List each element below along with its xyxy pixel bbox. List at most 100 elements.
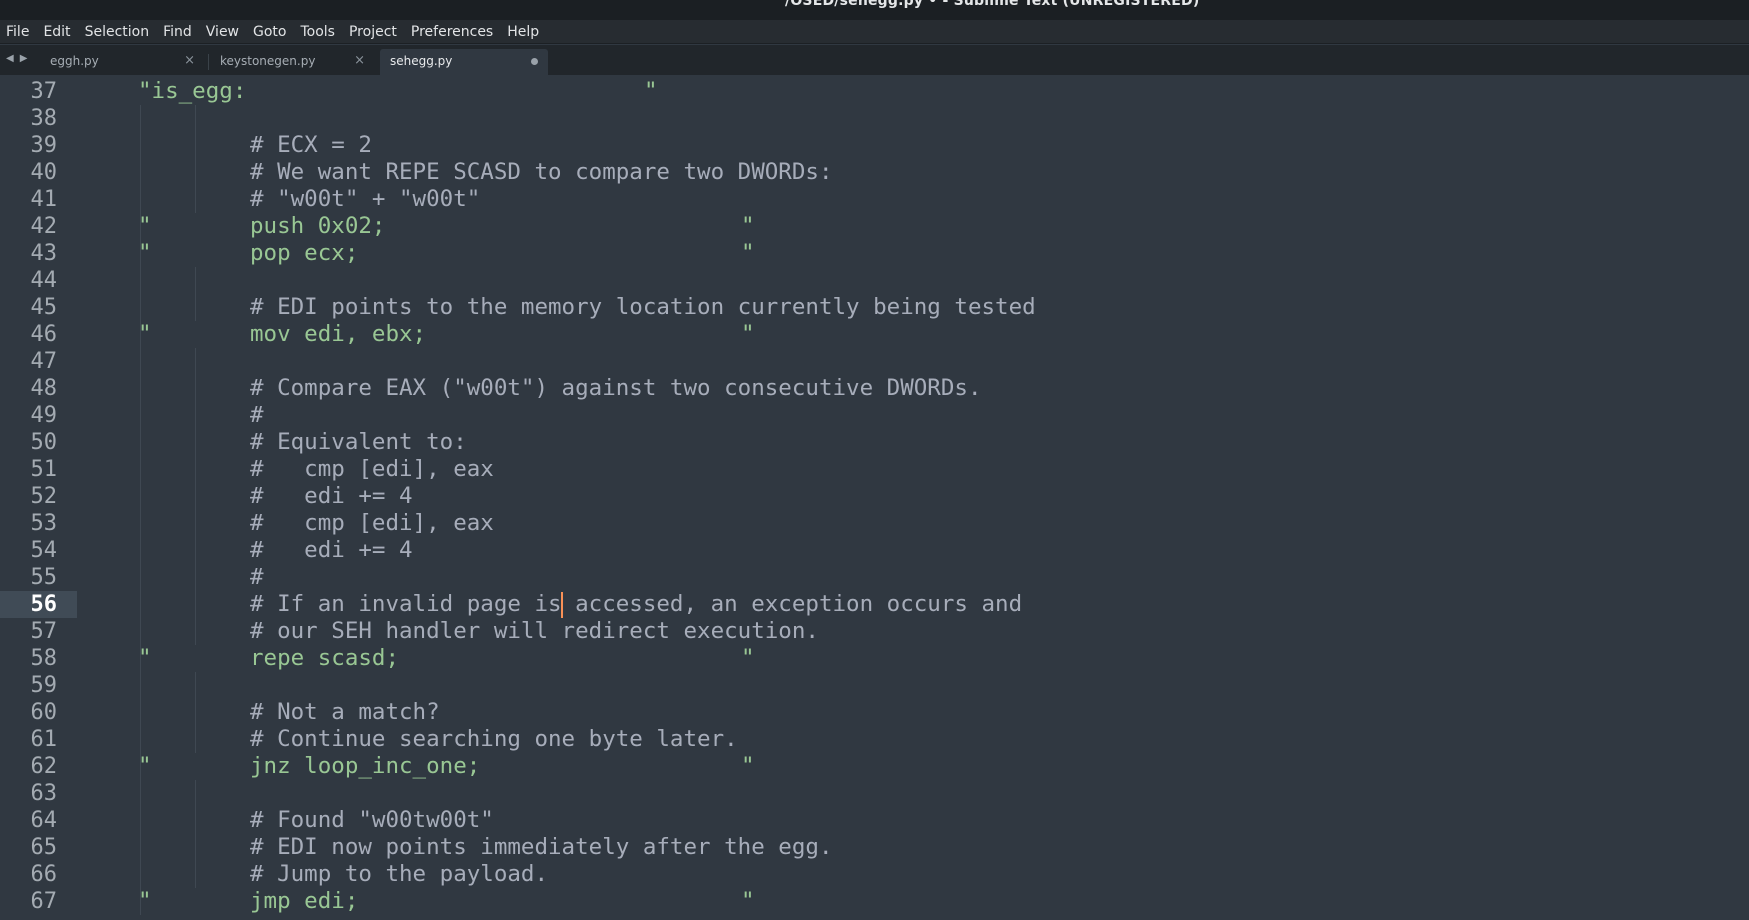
indent-guide xyxy=(140,699,141,726)
menu-project[interactable]: Project xyxy=(342,20,404,44)
code-line[interactable]: 57 # our SEH handler will redirect execut… xyxy=(0,618,1749,645)
code-line[interactable]: 61 # Continue searching one byte later. xyxy=(0,726,1749,753)
indent-guide xyxy=(140,807,141,834)
code-line[interactable]: 39 # ECX = 2 xyxy=(0,132,1749,159)
indent-guide xyxy=(140,510,141,537)
indent-guide xyxy=(195,267,196,294)
indent-guide xyxy=(195,780,196,807)
triangle-left-icon[interactable]: ◀ xyxy=(6,52,14,66)
menu-edit[interactable]: Edit xyxy=(36,20,77,44)
dot-icon[interactable] xyxy=(531,58,538,65)
code-comment: # We want REPE SCASD to compare two DWOR… xyxy=(250,159,833,185)
code-comment: # cmp [edi], eax xyxy=(250,456,494,482)
indent-guide xyxy=(140,348,141,375)
line-number: 52 xyxy=(30,484,58,509)
indent-guide xyxy=(195,348,196,375)
code-line[interactable]: 46 " mov edi, ebx; " xyxy=(0,321,1749,348)
code-instruction: pop ecx; xyxy=(250,240,359,266)
indent-guide xyxy=(140,456,141,483)
line-number: 43 xyxy=(30,241,58,266)
menu-selection[interactable]: Selection xyxy=(78,20,157,44)
code-line[interactable]: 50 # Equivalent to: xyxy=(0,429,1749,456)
code-comment: # our SEH handler will redirect executio… xyxy=(250,618,819,644)
code-instruction: repe scasd; xyxy=(250,645,400,671)
line-number: 60 xyxy=(30,700,58,725)
code-line[interactable]: 63 xyxy=(0,780,1749,807)
code-line[interactable]: 59 xyxy=(0,672,1749,699)
indent-guide xyxy=(140,429,141,456)
menu-help[interactable]: Help xyxy=(500,20,546,44)
code-line[interactable]: 53 # cmp [edi], eax xyxy=(0,510,1749,537)
line-number: 40 xyxy=(30,160,58,185)
tab-label: keystonegen.py xyxy=(220,54,316,68)
indent-guide xyxy=(195,105,196,132)
line-number: 64 xyxy=(30,808,58,833)
code-line[interactable]: 42 " push 0x02; " xyxy=(0,213,1749,240)
code-line[interactable]: 44 xyxy=(0,267,1749,294)
line-number: 41 xyxy=(30,187,58,212)
code-line[interactable]: 67 " jmp edi; " xyxy=(0,888,1749,915)
code-line[interactable]: 60 # Not a match? xyxy=(0,699,1749,726)
code-line[interactable]: 41 # "w00t" + "w00t" xyxy=(0,186,1749,213)
close-icon[interactable]: × xyxy=(184,49,195,73)
tab-keystonegen[interactable]: keystonegen.py × xyxy=(210,49,375,75)
indent-guide xyxy=(195,618,196,645)
menu-find[interactable]: Find xyxy=(156,20,199,44)
indent-guide xyxy=(140,105,141,132)
tab-nav: ◀ ▶ xyxy=(6,52,27,66)
triangle-right-icon[interactable]: ▶ xyxy=(20,52,28,66)
indent-guide xyxy=(195,564,196,591)
code-line[interactable]: 40 # We want REPE SCASD to compare two DW… xyxy=(0,159,1749,186)
tab-bar: ◀ ▶ eggh.py × keystonegen.py × sehegg.py xyxy=(0,45,1749,75)
menu-file[interactable]: File xyxy=(0,20,36,44)
menu-preferences[interactable]: Preferences xyxy=(404,20,500,44)
code-line[interactable]: 54 # edi += 4 xyxy=(0,537,1749,564)
code-editor[interactable]: 37 "is_egg: " 38 39 # ECX = 2 40 # We want REPE… xyxy=(0,75,1749,920)
tab-eggh[interactable]: eggh.py × xyxy=(40,49,205,75)
string-quote: " xyxy=(138,888,152,914)
indent-guide xyxy=(140,726,141,753)
string-quote: " xyxy=(741,321,755,347)
indent-guide xyxy=(195,402,196,429)
title-bar: /OSED/sehegg.py • - Sublime Text (UNREGI… xyxy=(0,0,1749,20)
menu-goto[interactable]: Goto xyxy=(246,20,293,44)
code-line[interactable]: 62 " jnz loop_inc_one; " xyxy=(0,753,1749,780)
code-comment: # ECX = 2 xyxy=(250,132,372,158)
string-quote: " xyxy=(138,645,152,671)
indent-guide xyxy=(140,294,141,321)
code-instruction: jnz loop_inc_one; xyxy=(250,753,481,779)
code-comment: # EDI now points immediately after the e… xyxy=(250,834,833,860)
close-icon[interactable]: × xyxy=(354,49,365,73)
indent-guide xyxy=(195,510,196,537)
line-number: 67 xyxy=(30,889,58,914)
code-line[interactable]: 55 # xyxy=(0,564,1749,591)
indent-guide xyxy=(195,699,196,726)
code-line[interactable]: 51 # cmp [edi], eax xyxy=(0,456,1749,483)
code-line[interactable]: 48 # Compare EAX ("w00t") against two con… xyxy=(0,375,1749,402)
code-line[interactable]: 43 " pop ecx; " xyxy=(0,240,1749,267)
code-line[interactable]: 47 xyxy=(0,348,1749,375)
code-line[interactable]: 52 # edi += 4 xyxy=(0,483,1749,510)
code-line[interactable]: 58 " repe scasd; " xyxy=(0,645,1749,672)
code-line[interactable]: 64 # Found "w00tw00t" xyxy=(0,807,1749,834)
line-number: 66 xyxy=(30,862,58,887)
tab-sehegg[interactable]: sehegg.py xyxy=(380,49,548,75)
indent-guide xyxy=(140,834,141,861)
code-line[interactable]: 56 # If an invalid page is accessed, an e… xyxy=(0,591,1749,618)
menu-tools[interactable]: Tools xyxy=(293,20,342,44)
code-comment: # If an invalid page is accessed, an exc… xyxy=(250,591,1022,618)
code-instruction: push 0x02; xyxy=(250,213,386,239)
code-line[interactable]: 37 "is_egg: " xyxy=(0,78,1749,105)
code-line[interactable]: 38 xyxy=(0,105,1749,132)
code-comment: # Not a match? xyxy=(250,699,440,725)
line-number: 62 xyxy=(30,754,58,779)
line-number: 59 xyxy=(30,673,58,698)
code-comment: # Continue searching one byte later. xyxy=(250,726,738,752)
menu-view[interactable]: View xyxy=(199,20,246,44)
code-comment: # edi += 4 xyxy=(250,483,413,509)
tab-separator xyxy=(208,54,209,70)
code-line[interactable]: 65 # EDI now points immediately after the… xyxy=(0,834,1749,861)
code-line[interactable]: 45 # EDI points to the memory location cu… xyxy=(0,294,1749,321)
code-line[interactable]: 49 # xyxy=(0,402,1749,429)
code-line[interactable]: 66 # Jump to the payload. xyxy=(0,861,1749,888)
